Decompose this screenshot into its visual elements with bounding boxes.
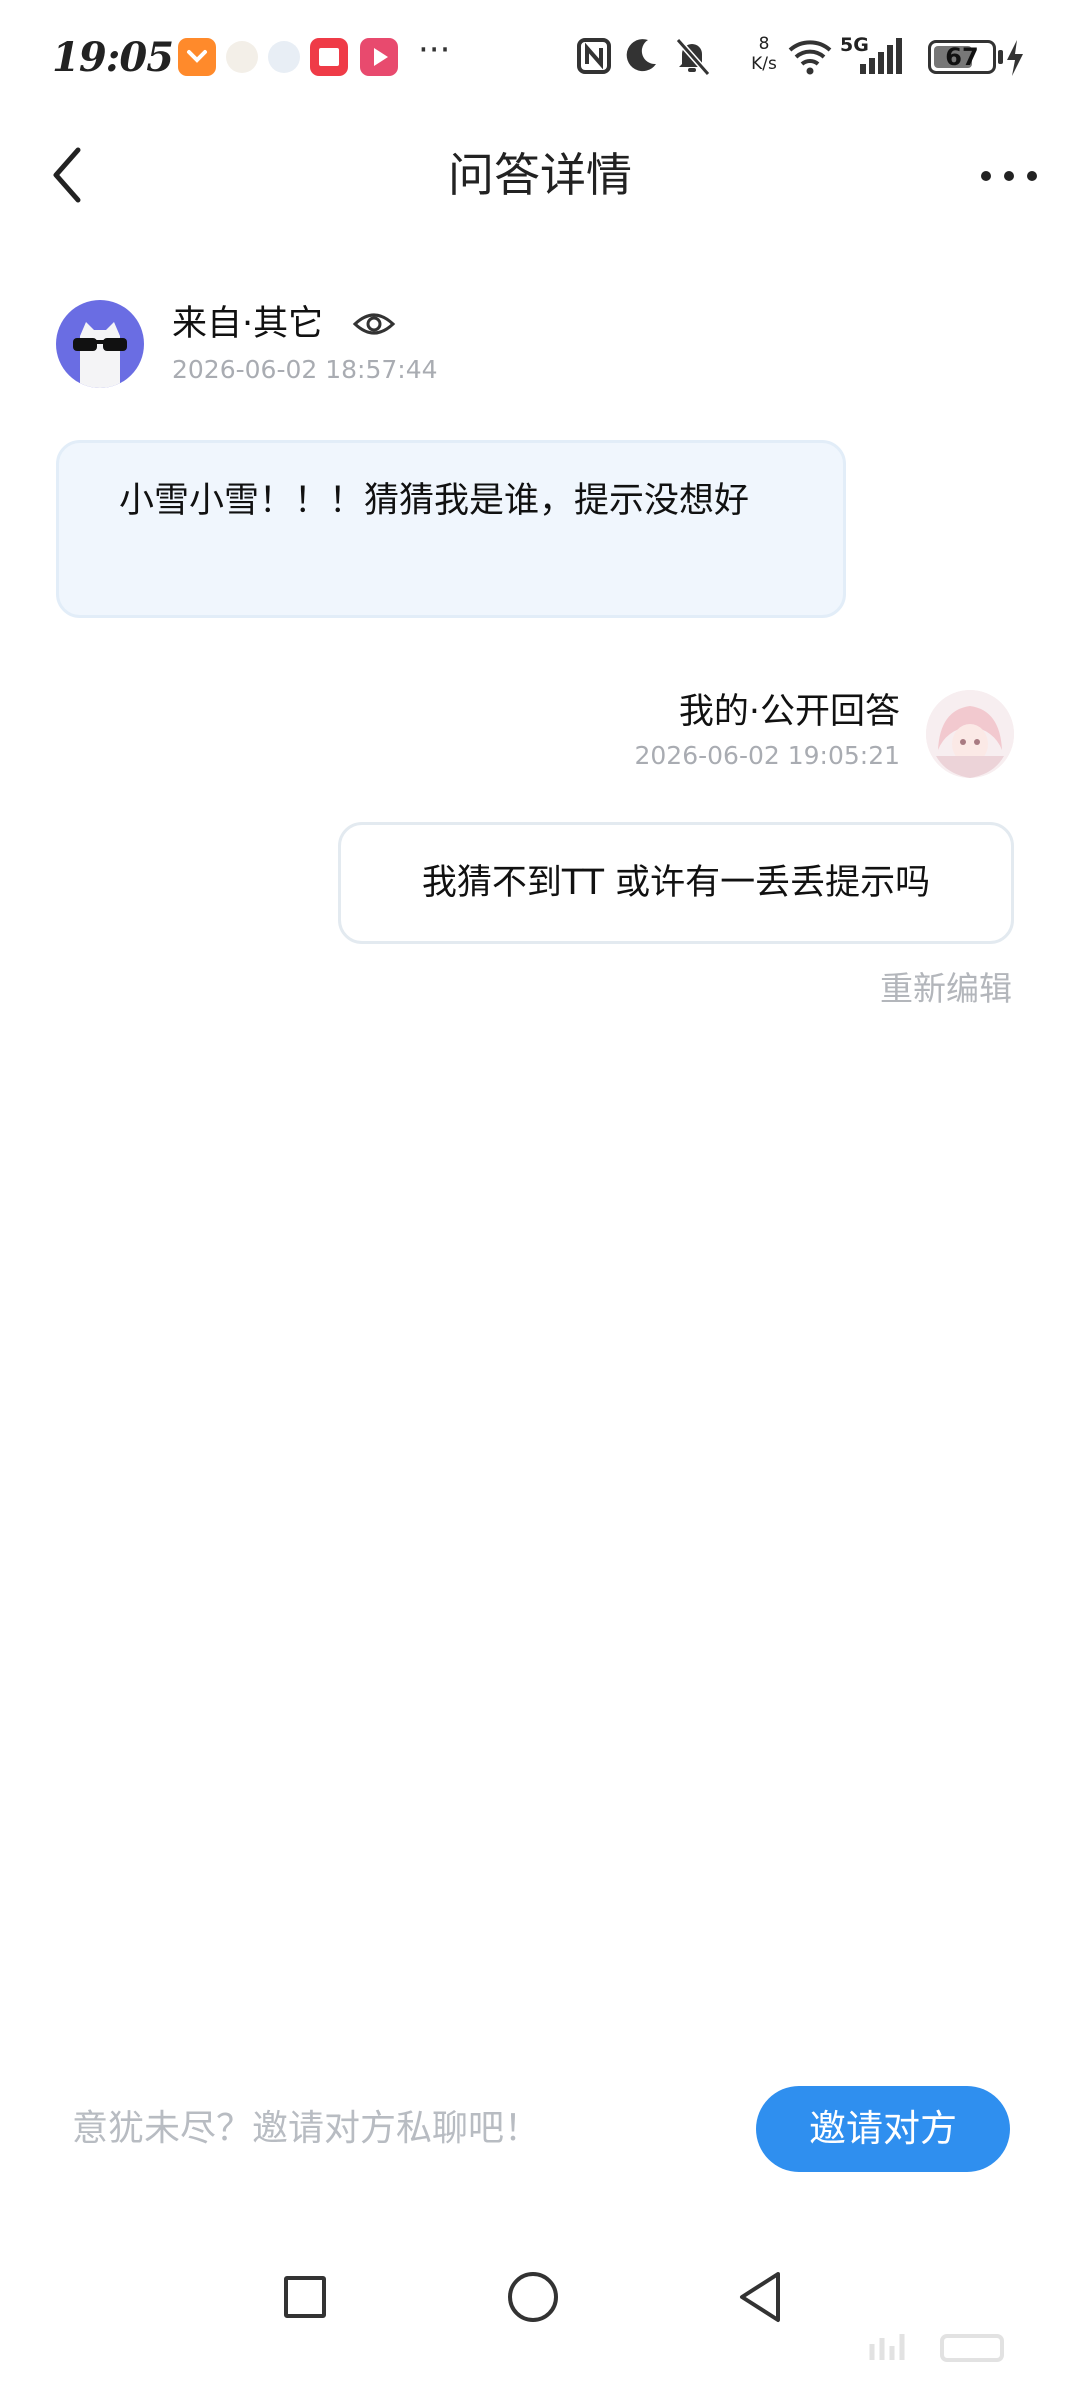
asker-avatar[interactable] bbox=[56, 300, 144, 388]
question-source: 来自·其它 bbox=[172, 304, 324, 344]
status-time: 19:05 bbox=[52, 34, 174, 81]
more-options-icon[interactable] bbox=[974, 156, 1044, 196]
invite-hint: 意犹未尽？邀请对方私聊吧！ bbox=[72, 2108, 541, 2149]
question-text: 小雪小雪！！！猜猜我是谁，提示没想好 bbox=[119, 481, 750, 521]
recent-apps-icon[interactable] bbox=[284, 2276, 326, 2318]
answer-time: 2026-06-02 19:05:21 bbox=[634, 741, 900, 770]
page-title: 问答详情 bbox=[448, 148, 632, 202]
answer-source: 我的·公开回答 bbox=[678, 692, 900, 732]
re-edit-link[interactable]: 重新编辑 bbox=[880, 966, 1012, 1012]
watermark-icon bbox=[869, 2334, 1004, 2362]
home-icon[interactable] bbox=[508, 2272, 558, 2322]
signal-icon bbox=[860, 38, 902, 74]
invite-button[interactable]: 邀请对方 bbox=[756, 2086, 1010, 2172]
charging-icon bbox=[1007, 40, 1023, 76]
nav-back-icon[interactable] bbox=[734, 2268, 784, 2326]
network-speed-value: 8 bbox=[758, 34, 770, 54]
nfc-icon bbox=[577, 38, 611, 74]
sunglasses-cat-icon bbox=[73, 322, 127, 388]
photo-icon bbox=[268, 41, 300, 73]
question-bubble: 小雪小雪！！！猜猜我是谁，提示没想好 bbox=[56, 440, 846, 618]
wifi-icon bbox=[788, 40, 832, 75]
status-bar: 19:05 ··· 8 K/s 5G 67 bbox=[0, 0, 1080, 120]
red-note-icon bbox=[310, 38, 348, 76]
answer-text: 我猜不到TT 或许有一丢丢提示吗 bbox=[421, 863, 931, 903]
network-speed-unit: K/s bbox=[751, 54, 777, 74]
video-icon bbox=[360, 38, 398, 76]
user-avatar[interactable] bbox=[926, 690, 1014, 778]
mute-icon bbox=[675, 38, 711, 76]
taobao-icon bbox=[178, 38, 216, 76]
question-time: 2026-06-02 18:57:44 bbox=[172, 355, 438, 384]
battery-cap bbox=[998, 50, 1003, 64]
answer-bubble: 我猜不到TT 或许有一丢丢提示吗 bbox=[338, 822, 1014, 944]
anime-girl-avatar-icon bbox=[926, 690, 1014, 778]
network-speed: 8 K/s bbox=[742, 34, 786, 74]
top-nav-bar: 问答详情 bbox=[0, 120, 1080, 230]
photo-icon bbox=[226, 41, 258, 73]
more-icon: ··· bbox=[418, 30, 451, 70]
battery-percent: 67 bbox=[945, 43, 979, 71]
battery-icon: 67 bbox=[928, 40, 996, 74]
moon-icon bbox=[626, 39, 656, 72]
eye-icon[interactable] bbox=[352, 306, 396, 342]
